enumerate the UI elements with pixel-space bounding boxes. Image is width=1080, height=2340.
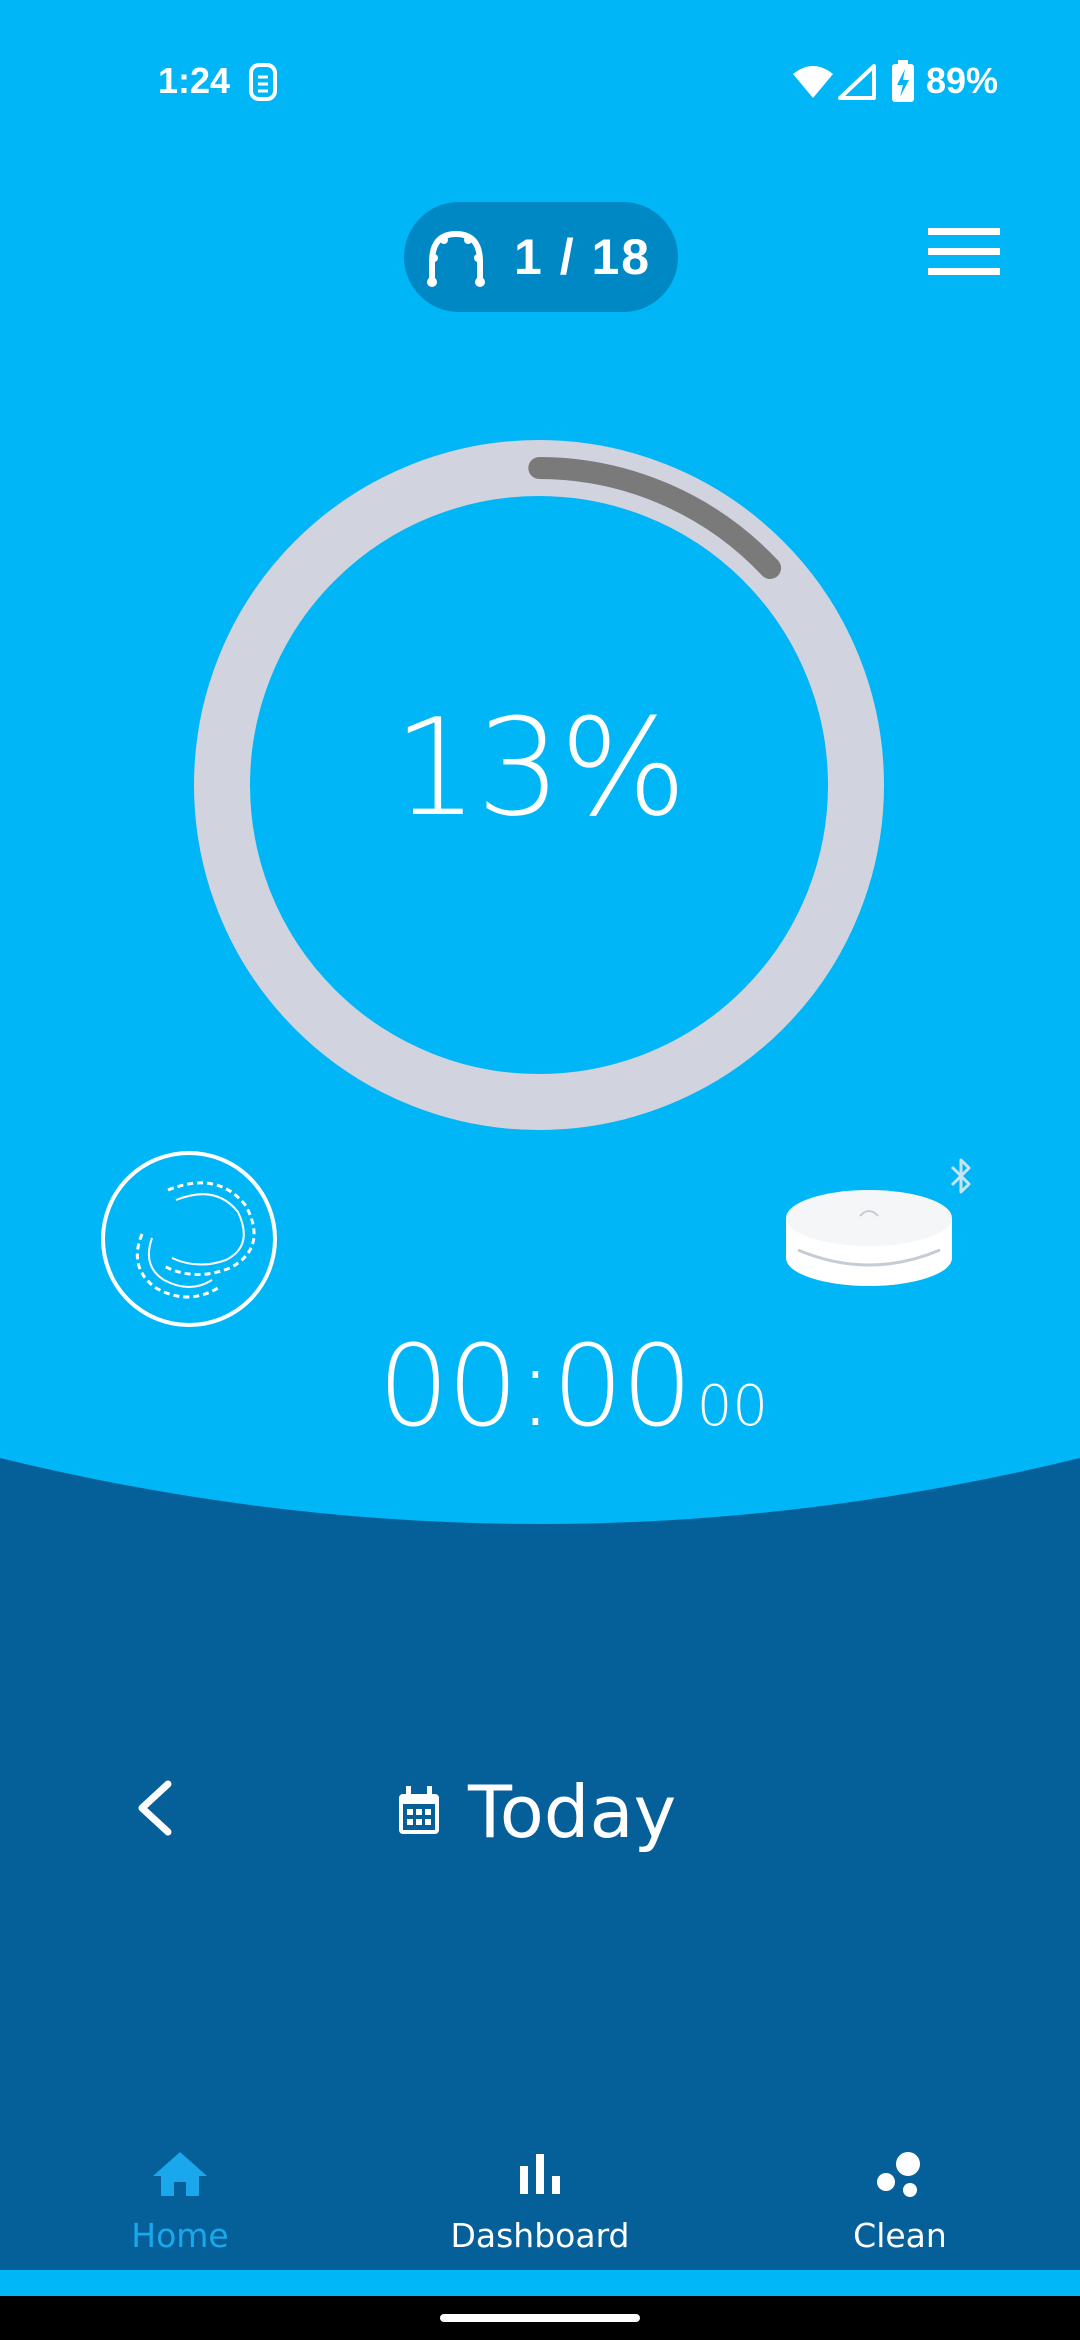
- bluetooth-icon: [950, 1158, 971, 1194]
- timer-main: 00:00: [378, 1322, 693, 1452]
- battery-charging-icon: [892, 60, 914, 102]
- signal-icon: [838, 64, 876, 100]
- nav-home[interactable]: Home: [60, 2150, 300, 2290]
- wifi-icon: [793, 66, 833, 98]
- nav-dashboard[interactable]: Dashboard: [420, 2150, 660, 2290]
- nav-home-label: Home: [131, 2216, 229, 2255]
- timer-sub: 00: [696, 1374, 769, 1439]
- timer: 00:00 00: [378, 1322, 768, 1452]
- home-icon: [153, 2152, 207, 2196]
- calendar-icon: [399, 1786, 439, 1834]
- nav-clean-label: Clean: [853, 2216, 947, 2255]
- battery-percent: 89%: [926, 60, 999, 101]
- sim-icon: [249, 63, 277, 101]
- progress-percent: 13%: [393, 690, 687, 846]
- home-gesture-handle[interactable]: [440, 2314, 640, 2322]
- nav-clean[interactable]: Clean: [780, 2150, 1020, 2290]
- status-time: 1:24: [158, 60, 231, 101]
- app-screen: 1:24 89% 1 / 18 13% 00:00 00 Today Home …: [0, 0, 1080, 2340]
- hamburger-menu-icon[interactable]: [928, 224, 1000, 280]
- aligner-case-icon[interactable]: [784, 1188, 954, 1288]
- aligner-icon[interactable]: [98, 1148, 280, 1330]
- nav-dashboard-label: Dashboard: [450, 2216, 630, 2255]
- bubbles-icon: [877, 2152, 920, 2197]
- aligner-counter: 1 / 18: [514, 229, 652, 285]
- chevron-left-icon[interactable]: [128, 1780, 184, 1836]
- date-label: Today: [468, 1770, 677, 1854]
- arch-aligner-icon: [427, 230, 485, 287]
- bar-chart-icon: [520, 2154, 560, 2194]
